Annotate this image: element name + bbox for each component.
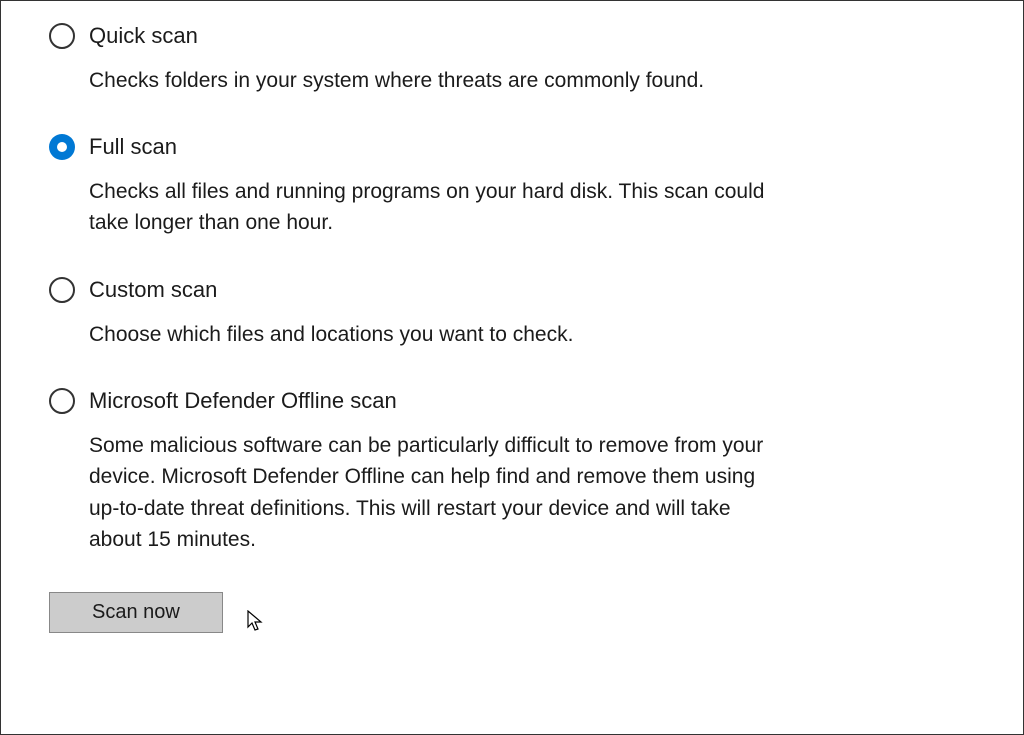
option-quick-scan-desc: Checks folders in your system where thre… <box>89 65 769 97</box>
radio-full-scan-wrap[interactable] <box>49 132 89 160</box>
scan-now-button-wrap: Scan now <box>49 592 975 633</box>
option-quick-scan[interactable]: Quick scan Checks folders in your system… <box>49 21 975 96</box>
option-quick-scan-content: Quick scan Checks folders in your system… <box>89 21 769 96</box>
option-full-scan-content: Full scan Checks all files and running p… <box>89 132 769 239</box>
option-offline-scan-desc: Some malicious software can be particula… <box>89 430 769 556</box>
radio-custom-scan[interactable] <box>49 277 75 303</box>
option-full-scan[interactable]: Full scan Checks all files and running p… <box>49 132 975 239</box>
option-custom-scan[interactable]: Custom scan Choose which files and locat… <box>49 275 975 350</box>
option-full-scan-title: Full scan <box>89 132 769 162</box>
radio-quick-scan-wrap[interactable] <box>49 21 89 49</box>
option-full-scan-desc: Checks all files and running programs on… <box>89 176 769 239</box>
radio-custom-scan-wrap[interactable] <box>49 275 89 303</box>
option-custom-scan-content: Custom scan Choose which files and locat… <box>89 275 769 350</box>
scan-now-button[interactable]: Scan now <box>49 592 223 633</box>
radio-offline-scan[interactable] <box>49 388 75 414</box>
option-offline-scan[interactable]: Microsoft Defender Offline scan Some mal… <box>49 386 975 556</box>
option-custom-scan-title: Custom scan <box>89 275 769 305</box>
option-offline-scan-content: Microsoft Defender Offline scan Some mal… <box>89 386 769 556</box>
radio-quick-scan[interactable] <box>49 23 75 49</box>
radio-full-scan[interactable] <box>49 134 75 160</box>
option-custom-scan-desc: Choose which files and locations you wan… <box>89 319 769 351</box>
radio-offline-scan-wrap[interactable] <box>49 386 89 414</box>
option-offline-scan-title: Microsoft Defender Offline scan <box>89 386 769 416</box>
cursor-icon <box>247 610 267 634</box>
option-quick-scan-title: Quick scan <box>89 21 769 51</box>
